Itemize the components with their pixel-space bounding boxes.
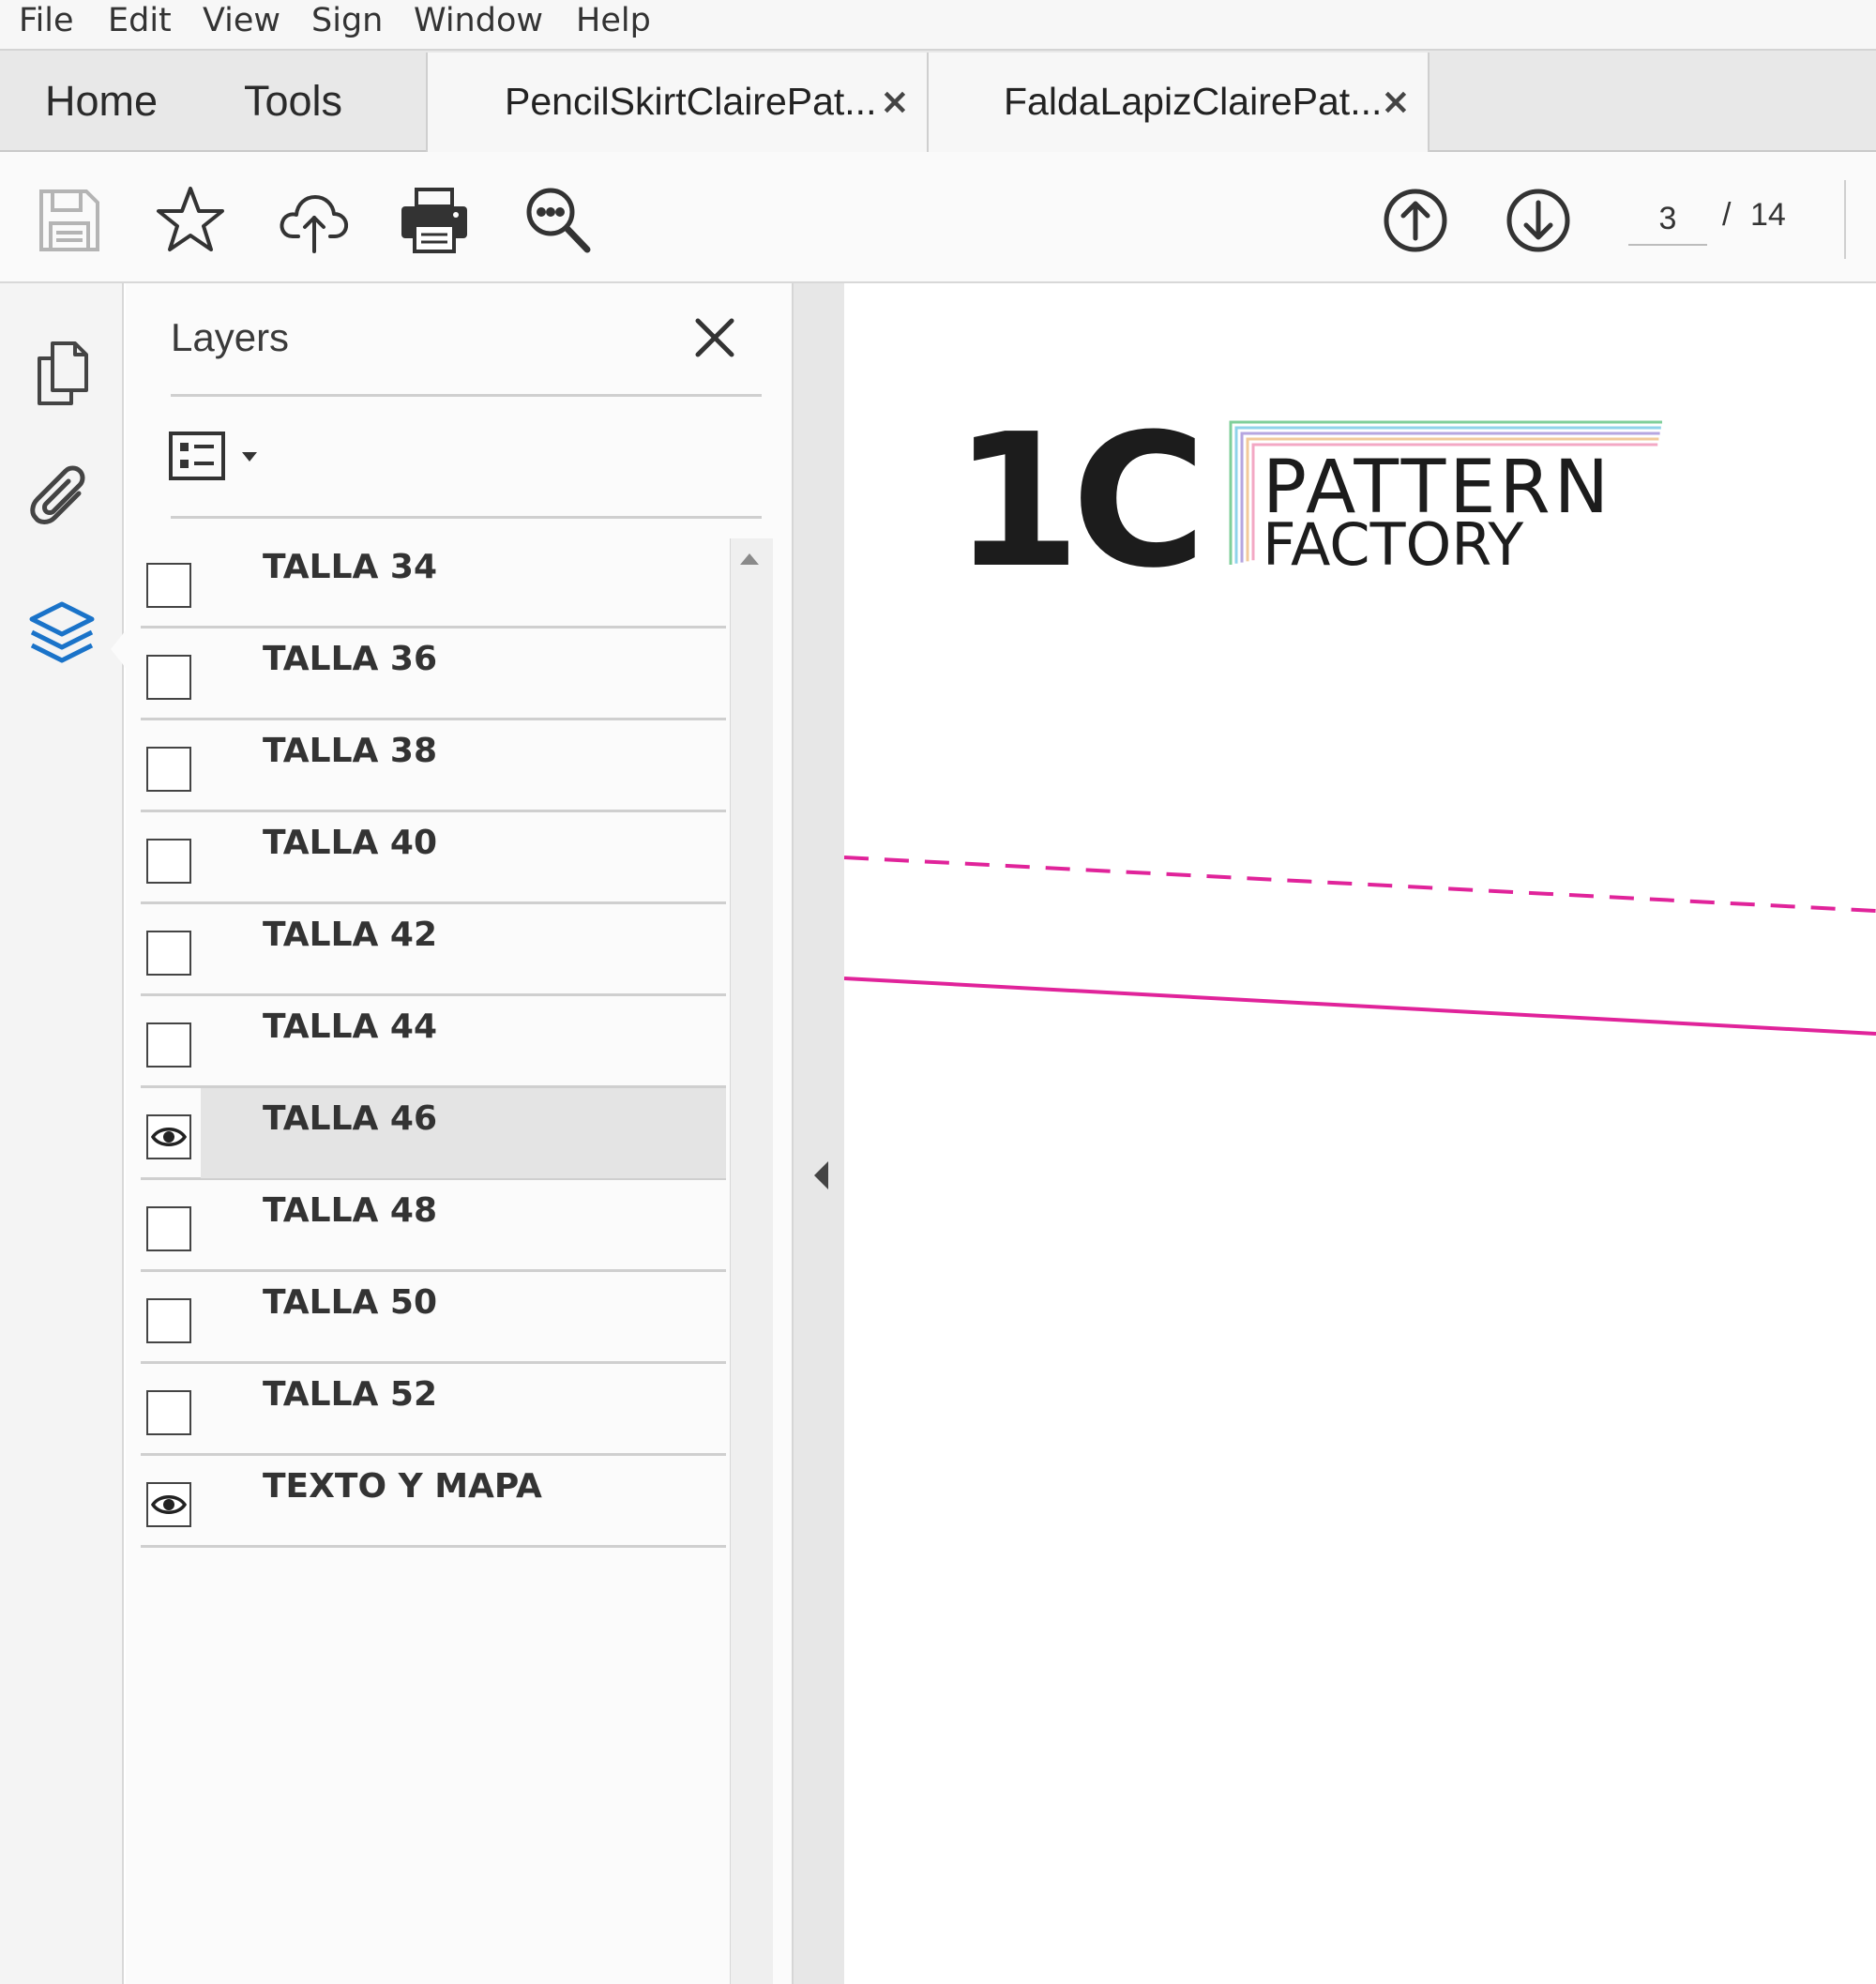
layers-panel: Layers TALLA 34 TALLA 36 TALLA 38 TALLA 40 T…	[126, 283, 792, 1984]
toolbar-divider	[1844, 180, 1846, 259]
layer-label: TALLA 40	[263, 824, 437, 862]
layer-visibility-checkbox[interactable]	[146, 1022, 191, 1068]
layer-row[interactable]: TALLA 44	[141, 996, 726, 1088]
layer-label: TALLA 38	[263, 732, 437, 770]
layer-visibility-checkbox[interactable]	[146, 747, 191, 792]
layer-row[interactable]: TEXTO Y MAPA	[141, 1456, 726, 1548]
left-navigation-rail	[0, 283, 126, 1984]
layer-label: TALLA 44	[263, 1007, 437, 1046]
tab-home[interactable]: Home	[45, 51, 158, 152]
layer-label: TALLA 52	[263, 1375, 437, 1414]
layer-label: TALLA 42	[263, 916, 437, 954]
bookmark-star-icon[interactable]	[154, 184, 227, 257]
layer-label: TEXTO Y MAPA	[263, 1467, 542, 1506]
upload-cloud-icon[interactable]	[278, 184, 351, 257]
page-separator: /	[1722, 197, 1732, 233]
menu-file[interactable]: File	[19, 0, 74, 41]
toolbar: / 14	[0, 152, 1876, 283]
panel-splitter[interactable]	[792, 283, 844, 1984]
layer-row[interactable]: TALLA 40	[141, 812, 726, 904]
layer-row[interactable]: TALLA 36	[141, 629, 726, 720]
document-tab-title: PencilSkirtClairePat...	[505, 80, 877, 123]
pattern-solid-line	[844, 977, 1876, 1036]
layers-icon[interactable]	[24, 598, 99, 674]
layer-label: TALLA 36	[263, 640, 437, 678]
document-tab-1[interactable]: PencilSkirtClairePat... ×	[426, 53, 929, 154]
layer-visibility-checkbox[interactable]	[146, 931, 191, 976]
options-menu-button[interactable]	[169, 424, 272, 486]
panel-title: Layers	[171, 315, 290, 359]
attachments-icon[interactable]	[24, 462, 99, 537]
layer-visibility-eye-icon[interactable]	[146, 1482, 191, 1527]
divider	[171, 516, 762, 519]
layer-row[interactable]: TALLA 46	[141, 1088, 726, 1180]
tab-tools[interactable]: Tools	[244, 51, 342, 152]
menu-view[interactable]: View	[203, 0, 280, 41]
layer-row[interactable]: TALLA 38	[141, 720, 726, 812]
layer-label: TALLA 46	[263, 1099, 437, 1138]
document-tab-title: FaldaLapizClairePat...	[1004, 80, 1383, 123]
layer-label: TALLA 34	[263, 548, 437, 586]
close-tab-icon[interactable]: ×	[880, 53, 910, 150]
next-page-icon[interactable]	[1502, 184, 1575, 257]
logo-mark: 1C	[953, 395, 1197, 609]
close-tab-icon[interactable]: ×	[1381, 53, 1411, 150]
menu-help[interactable]: Help	[576, 0, 651, 41]
page-number-input[interactable]	[1628, 193, 1707, 246]
layer-visibility-checkbox[interactable]	[146, 1390, 191, 1435]
menu-edit[interactable]: Edit	[108, 0, 172, 41]
active-pointer	[111, 630, 126, 668]
scroll-up-arrow-icon[interactable]	[740, 553, 759, 565]
layer-list-scrollbar[interactable]	[730, 538, 773, 1984]
menu-sign[interactable]: Sign	[311, 0, 383, 41]
collapse-panel-icon[interactable]	[814, 1161, 828, 1189]
layer-visibility-checkbox[interactable]	[146, 839, 191, 884]
layer-list: TALLA 34 TALLA 36 TALLA 38 TALLA 40 TALLA 42…	[141, 537, 726, 1984]
layer-visibility-eye-icon[interactable]	[146, 1114, 191, 1159]
menu-bar: File Edit View Sign Window Help	[0, 0, 1876, 51]
document-tab-2[interactable]: FaldaLapizClairePat... ×	[927, 53, 1430, 154]
layer-visibility-checkbox[interactable]	[146, 1298, 191, 1343]
layer-visibility-checkbox[interactable]	[146, 1206, 191, 1251]
layer-row[interactable]: TALLA 48	[141, 1180, 726, 1272]
layer-label: TALLA 50	[263, 1283, 437, 1322]
search-zoom-icon[interactable]	[522, 184, 595, 257]
layer-row[interactable]: TALLA 50	[141, 1272, 726, 1364]
layer-row[interactable]: TALLA 42	[141, 904, 726, 996]
layer-visibility-checkbox[interactable]	[146, 655, 191, 700]
print-icon[interactable]	[398, 184, 471, 257]
menu-window[interactable]: Window	[414, 0, 543, 41]
layer-visibility-checkbox[interactable]	[146, 563, 191, 608]
layer-label: TALLA 48	[263, 1191, 437, 1230]
page-total: 14	[1750, 197, 1786, 233]
tab-bar: Home Tools PencilSkirtClairePat... × Fal…	[0, 51, 1876, 154]
pattern-dashed-line	[844, 856, 1876, 913]
pages-icon[interactable]	[24, 336, 99, 411]
document-view[interactable]: 1C PATTERN FACTORY	[844, 283, 1876, 1984]
previous-page-icon[interactable]	[1379, 184, 1452, 257]
layer-row[interactable]: TALLA 52	[141, 1364, 726, 1456]
logo-factory-text: FACTORY	[1263, 510, 1523, 579]
layer-row[interactable]: TALLA 34	[141, 537, 726, 629]
divider	[171, 394, 762, 397]
close-panel-icon[interactable]	[687, 310, 743, 366]
save-icon[interactable]	[32, 184, 105, 257]
